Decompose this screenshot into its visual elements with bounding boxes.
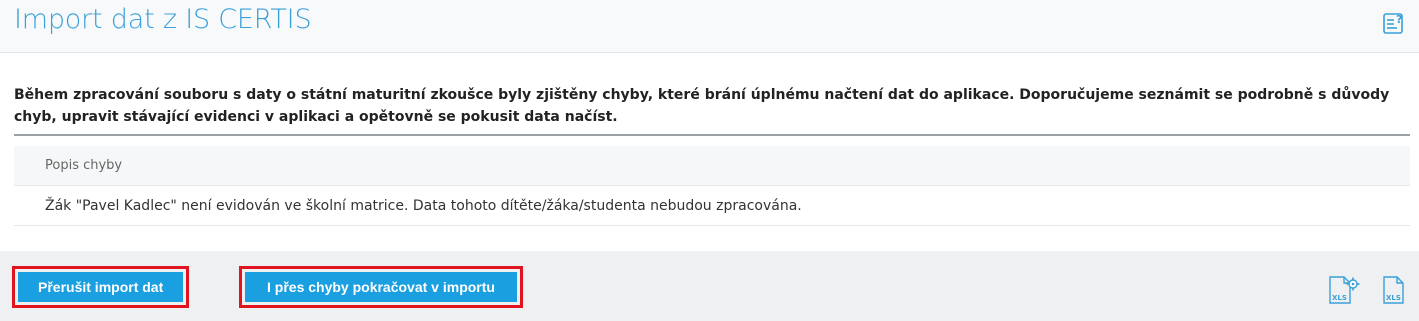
page-title: Import dat z IS CERTIS — [14, 4, 312, 35]
continue-button-highlight: I přes chyby pokračovat v importu — [239, 266, 523, 308]
xls-settings-icon[interactable]: XLS — [1326, 275, 1362, 305]
column-header-error-description: Popis chyby — [14, 146, 1410, 186]
divider — [14, 134, 1410, 136]
page-header: Import dat z IS CERTIS ? — [0, 0, 1419, 53]
table-row: Žák "Pavel Kadlec" není evidován ve škol… — [14, 186, 1410, 226]
action-footer: Přerušit import dat I přes chyby pokračo… — [0, 251, 1419, 321]
xls-export-icon[interactable]: XLS — [1381, 275, 1407, 305]
svg-text:XLS: XLS — [1386, 294, 1401, 302]
abort-button-highlight: Přerušit import dat — [12, 266, 190, 308]
abort-import-button[interactable]: Přerušit import dat — [18, 272, 184, 302]
errors-table: Popis chyby Žák "Pavel Kadlec" není evid… — [14, 146, 1410, 226]
continue-import-button[interactable]: I přes chyby pokračovat v importu — [245, 272, 517, 302]
help-notes-icon[interactable]: ? — [1381, 10, 1407, 36]
svg-text:XLS: XLS — [1332, 294, 1347, 302]
error-message: Během zpracování souboru s daty o státní… — [14, 87, 1390, 125]
svg-text:?: ? — [1396, 13, 1402, 26]
